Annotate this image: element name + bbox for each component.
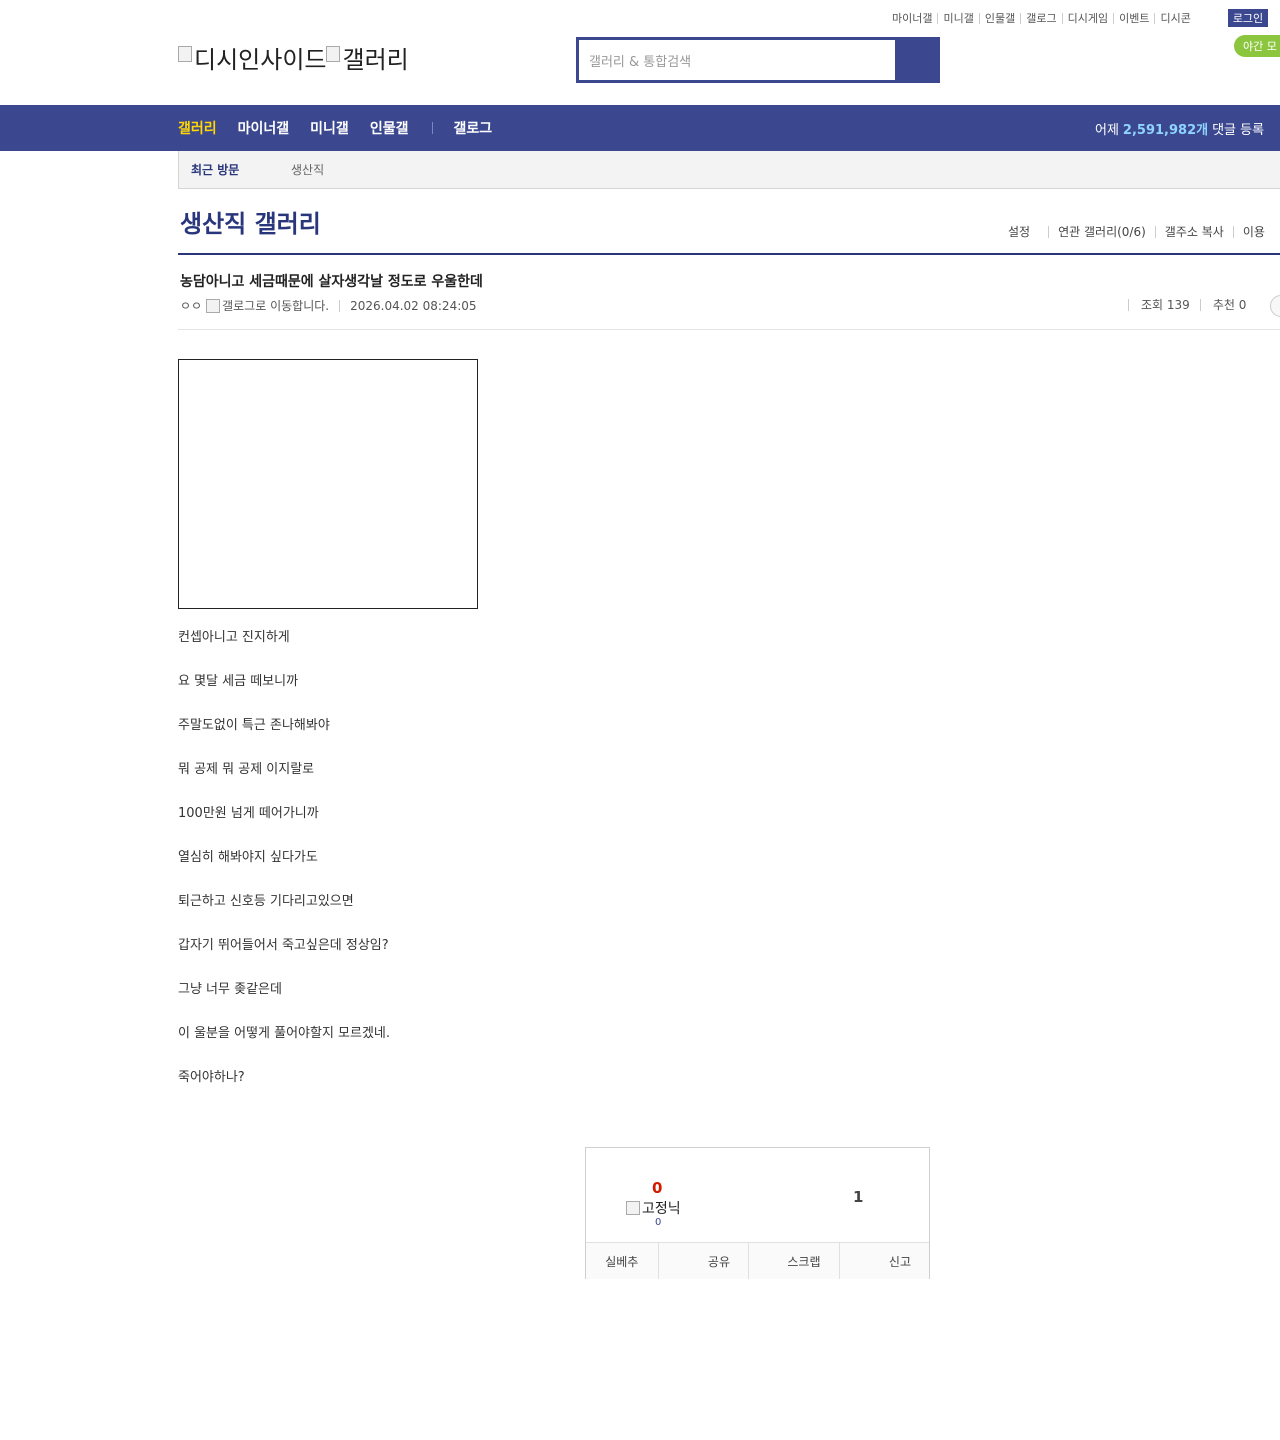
gallog-icon[interactable]	[206, 298, 221, 313]
post-line: 뭐 공제 뭐 공제 이지랄로	[178, 762, 315, 777]
gallery-option-usage[interactable]: 이용	[1232, 226, 1274, 238]
post-title: 농담아니고 세금때문에 살자생각날 정도로 우울한데	[180, 274, 483, 290]
comment-stat: 어제 2,591,982개 댓글 등록	[1095, 105, 1264, 151]
fixed-nick-upvote[interactable]: 고정닉	[626, 1198, 681, 1218]
gallery-title[interactable]: 생산직 갤러리	[180, 204, 321, 239]
util-link-dccon[interactable]: 디시콘	[1154, 12, 1195, 24]
broken-image-icon	[626, 1201, 640, 1215]
post-image	[178, 359, 478, 609]
main-nav-menu: 갤러리 마이너갤 미니갤 인물갤 갤로그	[178, 105, 513, 151]
fixed-nick-count: 0	[655, 1217, 662, 1228]
post-body: 컨셉아니고 진지하게 요 몇달 세금 떼보니까 주말도없이 특근 존나해봐야 뭐…	[178, 630, 390, 1114]
upvote-count[interactable]: 0	[652, 1179, 662, 1197]
post-line: 이 울분을 어떻게 풀어야할지 모르겠네.	[178, 1026, 391, 1041]
scrap-button[interactable]: 스크랩	[748, 1243, 839, 1279]
post-line: 100만원 넘게 떼어가니까	[178, 806, 319, 821]
logo-gallery-text: 갤러리	[342, 46, 409, 74]
post-line: 주말도없이 특근 존나해봐야	[178, 718, 330, 733]
logo-site-text: 디시인사이드	[194, 46, 327, 74]
stat-suffix: 댓글 등록	[1212, 122, 1265, 138]
post-line: 죽어야하나?	[178, 1070, 245, 1085]
search-input[interactable]: 갤러리 & 통합검색	[579, 40, 895, 80]
meta-divider	[339, 299, 341, 312]
post-line: 컨셉아니고 진지하게	[178, 630, 290, 645]
top-util-links: 마이너갤 미니갤 인물갤 갤로그 디시게임 이벤트 디시콘	[892, 10, 1196, 26]
gallery-options: 설정 연관 갤러리(0/6) 갤주소 복사 이용	[1008, 226, 1274, 238]
gallog-link[interactable]: 갤로그로 이동합니다.	[222, 297, 329, 314]
recent-visit-item[interactable]: 생산직	[291, 161, 324, 178]
post-recommend: 추천 0	[1199, 299, 1257, 311]
recent-visit-bar: 최근 방문 생산직	[178, 151, 1280, 189]
gallery-option-copy-url[interactable]: 갤주소 복사	[1154, 226, 1233, 238]
share-button[interactable]: 공유	[657, 1243, 749, 1279]
post-stats: 조회 139 추천 0	[1128, 295, 1280, 317]
nav-item-minor[interactable]: 마이너갤	[238, 118, 290, 138]
broken-image-icon	[178, 45, 192, 62]
post-actions: 실베추 공유 스크랩 신고	[586, 1242, 929, 1279]
util-link-person[interactable]: 인물갤	[978, 12, 1020, 24]
search-box: 갤러리 & 통합검색	[576, 37, 940, 83]
title-divider	[178, 253, 1280, 255]
stat-count: 2,591,982개	[1122, 122, 1209, 138]
main-nav: 갤러리 마이너갤 미니갤 인물갤 갤로그 어제 2,591,982개 댓글 등록	[0, 105, 1280, 151]
post-date: 2026.04.02 08:24:05	[350, 298, 477, 313]
post-line: 요 몇달 세금 떼보니까	[178, 674, 299, 689]
login-button[interactable]: 로그인	[1228, 9, 1268, 27]
post-line: 그냥 너무 좆같은데	[178, 982, 282, 997]
gallery-option-related[interactable]: 연관 갤러리(0/6)	[1048, 226, 1155, 238]
post-meta: ㅇㅇ 갤로그로 이동합니다. 2026.04.02 08:24:05	[180, 297, 477, 314]
recent-visit-title: 최근 방문	[191, 163, 240, 177]
stat-prefix: 어제	[1095, 122, 1119, 138]
util-link-minor[interactable]: 마이너갤	[892, 13, 937, 24]
post-line: 열심히 해봐야지 싶다가도	[178, 850, 318, 865]
util-link-game[interactable]: 디시게임	[1061, 12, 1113, 24]
night-mode-button[interactable]: 야간 모	[1234, 35, 1280, 57]
comment-circle-button[interactable]	[1270, 295, 1280, 317]
nav-item-mini[interactable]: 미니갤	[310, 118, 349, 138]
nav-item-gallery[interactable]: 갤러리	[178, 118, 217, 138]
downvote-count[interactable]: 1	[853, 1188, 863, 1206]
util-link-gallog[interactable]: 갤로그	[1020, 12, 1061, 24]
post-line: 갑자기 뛰어들어서 죽고싶은데 정상임?	[178, 938, 389, 953]
report-button[interactable]: 신고	[838, 1243, 930, 1279]
search-button[interactable]	[895, 40, 937, 80]
util-link-mini[interactable]: 미니갤	[937, 12, 978, 24]
util-link-event[interactable]: 이벤트	[1113, 12, 1154, 24]
post-writer[interactable]: ㅇㅇ	[180, 297, 202, 314]
nav-item-gallog[interactable]: 갤로그	[453, 118, 492, 138]
meta-divider-line	[178, 329, 1280, 330]
post-line: 퇴근하고 신호등 기다리고있으면	[178, 894, 354, 909]
best-recommend-button[interactable]: 실베추	[586, 1243, 658, 1279]
recommend-box: 0 고정닉 0 1 실베추 공유 스크랩 신고	[585, 1147, 930, 1279]
fixed-nick-label: 고정닉	[642, 1201, 681, 1217]
site-logo[interactable]: 디시인사이드 갤러리	[178, 40, 409, 75]
gallery-option-settings[interactable]: 설정	[1008, 226, 1048, 238]
broken-image-icon	[326, 45, 341, 62]
nav-item-person[interactable]: 인물갤	[370, 118, 409, 138]
post-views: 조회 139	[1128, 299, 1200, 311]
nav-divider	[432, 122, 434, 134]
